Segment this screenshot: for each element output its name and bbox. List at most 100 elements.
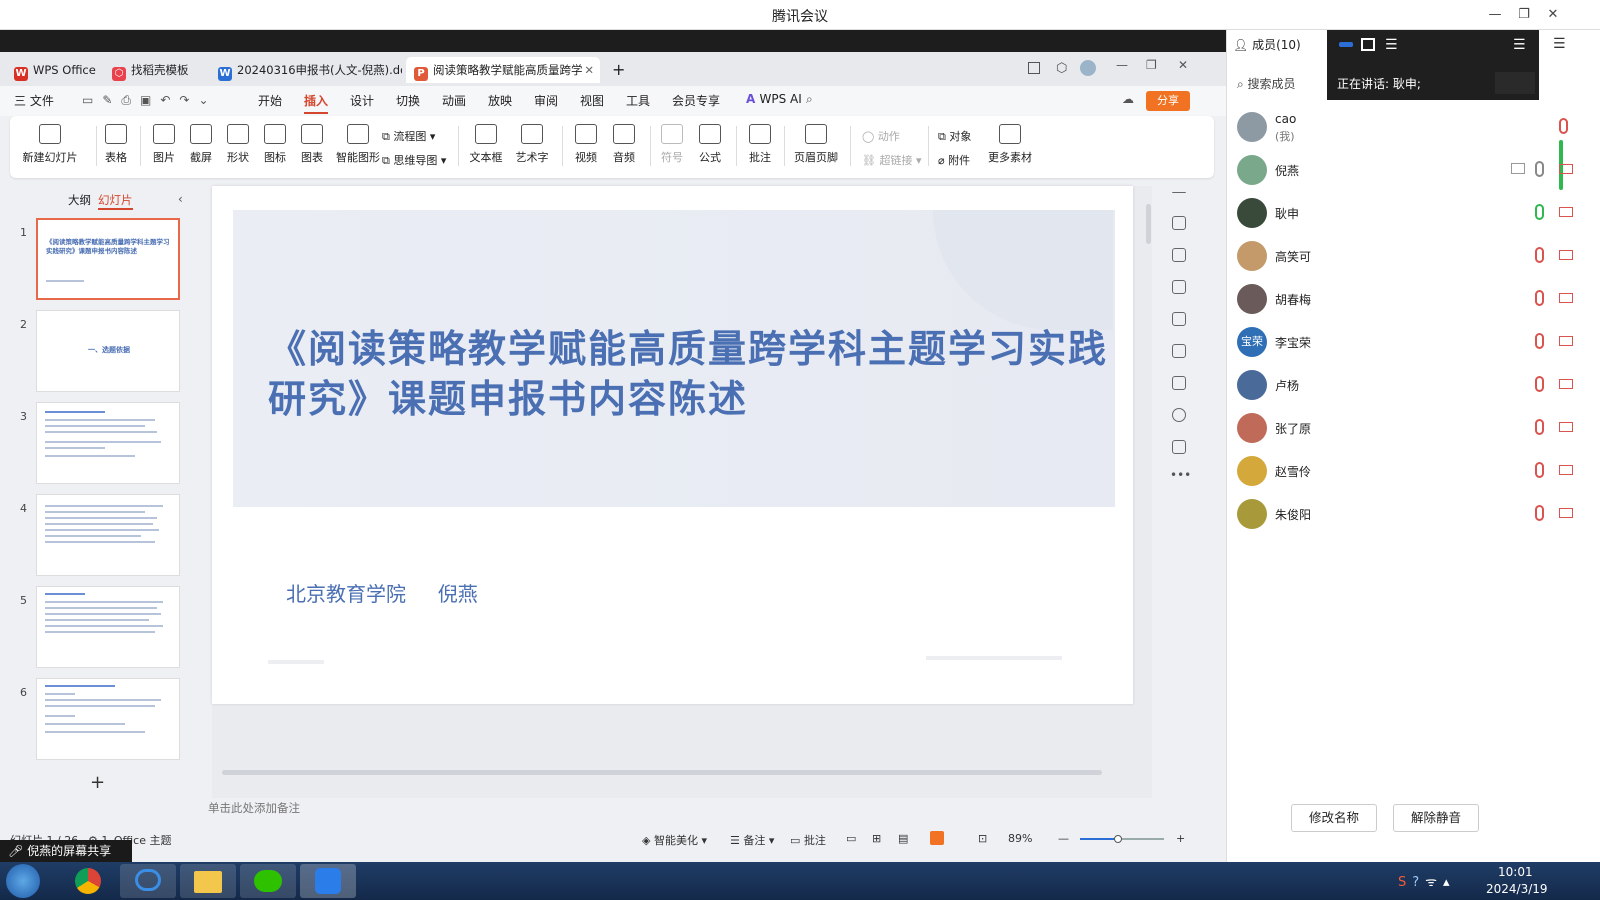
mic-on-icon[interactable] — [1535, 204, 1544, 220]
menu-animation[interactable]: 动画 — [442, 92, 466, 109]
view-grid-icon[interactable]: ⊞ — [872, 832, 881, 845]
camera-off-icon[interactable] — [1559, 293, 1573, 303]
menu-member[interactable]: 会员专享 — [672, 92, 720, 109]
menu-wps-ai[interactable]: A WPS AI — [746, 92, 802, 106]
menu-home[interactable]: 开始 — [258, 92, 282, 109]
notes-button[interactable]: ☰ 备注 ▾ — [730, 832, 774, 848]
member-row[interactable]: 宝荣 李宝荣 — [1237, 321, 1577, 364]
mic-muted-icon[interactable] — [1535, 376, 1544, 392]
camera-off-icon[interactable] — [1559, 207, 1573, 217]
attachment-button[interactable]: ⌀ 附件 — [938, 152, 970, 168]
textbox-button[interactable]: 文本框 — [466, 124, 506, 165]
add-slide-button[interactable]: + — [90, 772, 105, 793]
tencent-meeting-taskbar-icon[interactable] — [300, 864, 356, 898]
search-box[interactable]: ⌕ 搜索成员 — [1237, 70, 1327, 96]
symbol-button[interactable]: 符号 — [656, 124, 688, 165]
chart-button[interactable]: 图表 — [296, 124, 328, 165]
slide-thumbnail-1[interactable]: 《阅读策略教学赋能高质量跨学科主题学习实践研究》课题申报书内容陈述 — [36, 218, 180, 300]
slide-thumbnail-4[interactable] — [36, 494, 180, 576]
menu-insert[interactable]: 插入 — [304, 92, 329, 114]
video-button[interactable]: 视频 — [570, 124, 602, 165]
tab-wps-office[interactable]: W WPS Office — [6, 57, 98, 83]
camera-off-icon[interactable] — [1559, 336, 1573, 346]
comment-status-button[interactable]: ▭ 批注 — [790, 832, 826, 848]
help-icon[interactable] — [1172, 408, 1186, 422]
unmute-button[interactable]: 解除静音 — [1393, 804, 1479, 832]
share-button[interactable]: 分享 — [1146, 91, 1190, 111]
new-slide-button[interactable]: 新建幻灯片 — [20, 124, 80, 165]
slide-subtitle[interactable]: 北京教育学院 倪燕 — [286, 578, 478, 607]
view-reading-icon[interactable]: ▤ — [898, 832, 908, 845]
close-tab-icon[interactable]: ✕ — [584, 57, 594, 83]
horizontal-scrollbar[interactable] — [222, 770, 1102, 775]
menu-review[interactable]: 审阅 — [534, 92, 558, 109]
audio-button[interactable]: 音频 — [608, 124, 640, 165]
notes-placeholder[interactable]: 单击此处添加备注 — [208, 800, 300, 816]
member-row[interactable]: 耿申 — [1237, 192, 1577, 235]
star-icon[interactable] — [1172, 248, 1186, 262]
wordart-button[interactable]: 艺术字 — [512, 124, 552, 165]
rename-button[interactable]: 修改名称 — [1291, 804, 1377, 832]
shape-button[interactable]: 形状 — [222, 124, 254, 165]
slide-thumbnail-6[interactable] — [36, 678, 180, 760]
start-button[interactable] — [6, 864, 40, 898]
tab-template[interactable]: ⬡ 找稻壳模板 — [104, 57, 206, 83]
icon-button[interactable]: 图标 — [259, 124, 291, 165]
zoom-level[interactable]: 89% — [1008, 832, 1032, 845]
collapse-list-icon[interactable]: ☰ — [1513, 37, 1526, 53]
member-row[interactable]: 卢杨 — [1237, 364, 1577, 407]
member-row[interactable]: 赵雪伶 — [1237, 450, 1577, 493]
beautify-button[interactable]: ◈ 智能美化 ▾ — [642, 832, 707, 848]
camera-off-icon[interactable] — [1559, 250, 1573, 260]
tray-icons[interactable]: S?ᯤ▴ — [1398, 872, 1456, 890]
wps-restore-icon[interactable]: ❐ — [1146, 58, 1157, 72]
collapse-pane-icon[interactable]: ‹ — [178, 192, 183, 206]
explorer-taskbar-icon[interactable] — [180, 864, 236, 898]
member-row[interactable]: 倪燕 — [1237, 149, 1577, 192]
view-normal-icon[interactable]: ▭ — [846, 832, 856, 845]
mic-muted-icon[interactable] — [1535, 290, 1544, 306]
new-tab-button[interactable]: + — [604, 57, 632, 83]
header-footer-button[interactable]: 页眉页脚 — [792, 124, 840, 165]
search-icon[interactable]: ⌕ — [806, 92, 813, 107]
member-row[interactable]: 张了原 — [1237, 407, 1577, 450]
book-icon[interactable] — [1172, 376, 1186, 390]
slide-thumbnail-3[interactable] — [36, 402, 180, 484]
mindmap-button[interactable]: ⧉ 思维导图 ▾ — [382, 152, 446, 168]
member-row[interactable]: 朱俊阳 — [1237, 493, 1577, 536]
menu-design[interactable]: 设计 — [350, 92, 374, 109]
mic-muted-icon[interactable] — [1535, 333, 1544, 349]
camera-off-icon[interactable] — [1559, 422, 1573, 432]
chrome-taskbar-icon[interactable] — [60, 864, 116, 898]
slide-thumbnail-2[interactable]: 一、选题依据 — [36, 310, 180, 392]
tab-slides[interactable]: 幻灯片 — [98, 192, 133, 210]
tab-ppt[interactable]: P 阅读策略教学赋能高质量跨学 ✕ — [406, 57, 600, 83]
collapse-icon[interactable] — [1172, 192, 1186, 194]
panel-menu-icon[interactable]: ☰ — [1553, 36, 1566, 52]
camera-off-icon[interactable] — [1559, 379, 1573, 389]
wechat-taskbar-icon[interactable] — [240, 864, 296, 898]
camera-off-icon[interactable] — [1559, 508, 1573, 518]
avatar-icon[interactable] — [1080, 60, 1096, 76]
menu-slideshow[interactable]: 放映 — [488, 92, 512, 109]
object-button[interactable]: ⧉ 对象 — [938, 128, 971, 144]
menu-view[interactable]: 视图 — [580, 92, 604, 109]
mic-muted-icon[interactable] — [1535, 247, 1544, 263]
menu-tools[interactable]: 工具 — [626, 92, 650, 109]
picture-button[interactable]: 图片 — [148, 124, 180, 165]
menu-transition[interactable]: 切换 — [396, 92, 420, 109]
slide-thumbnail-5[interactable] — [36, 586, 180, 668]
clock-time[interactable]: 10:01 — [1498, 865, 1533, 879]
zoom-in-icon[interactable]: + — [1176, 832, 1185, 845]
more-icon[interactable]: ••• — [1170, 468, 1191, 482]
list-icon[interactable]: ☰ — [1385, 37, 1398, 53]
slide-title[interactable]: 《阅读策略教学赋能高质量跨学科主题学习实践研究》课题申报书内容陈述 — [268, 324, 1108, 424]
more-material-button[interactable]: 更多素材 — [982, 124, 1038, 165]
mic-muted-icon[interactable] — [1535, 505, 1544, 521]
tab-outline[interactable]: 大纲 — [68, 192, 91, 208]
member-row[interactable]: cao (我) — [1237, 106, 1577, 149]
zoom-slider[interactable] — [1080, 835, 1164, 843]
zoom-slider-handle[interactable] — [1114, 835, 1122, 843]
tools-icon[interactable] — [1172, 344, 1186, 358]
fit-icon[interactable]: ⊡ — [978, 832, 987, 845]
